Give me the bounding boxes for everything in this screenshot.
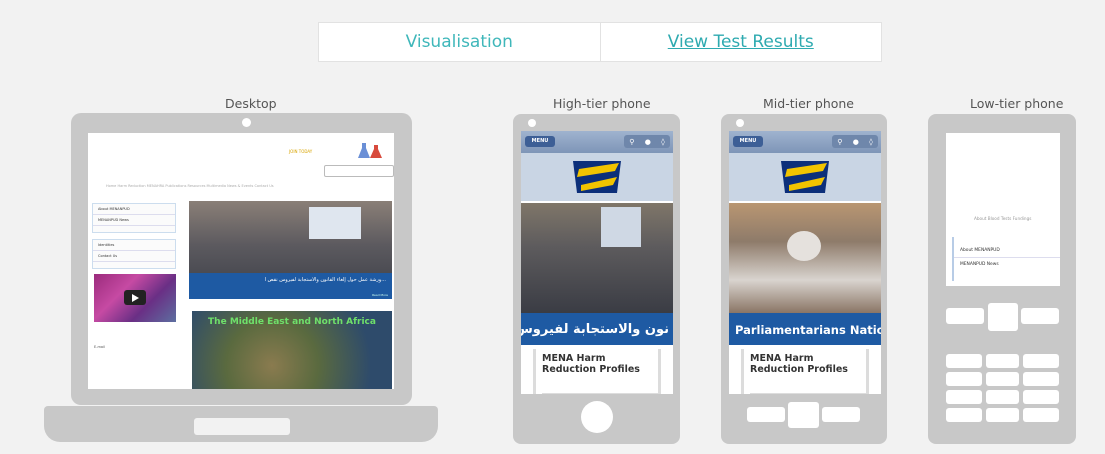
keypad-key	[1023, 354, 1059, 368]
view-tabs: Visualisation View Test Results	[318, 22, 882, 62]
mid-tier-phone-preview[interactable]: MENU ⚲ ● ◊ Parliamentarians National ( M…	[729, 131, 881, 394]
phone-camera	[736, 119, 744, 127]
header-icons: ⚲ ● ◊	[832, 135, 878, 148]
map-image: The Middle East and North Africa	[192, 311, 392, 389]
photo-detail	[787, 231, 821, 261]
keypad-key	[986, 408, 1019, 422]
desktop-side-box: About MENANPUD MENANPUD News	[92, 203, 176, 233]
soft-key-right	[1021, 308, 1059, 324]
meeting-photo	[729, 203, 881, 313]
keypad-key	[1023, 408, 1059, 422]
phone-camera	[528, 119, 536, 127]
video-thumbnail	[94, 274, 176, 322]
soft-key-left	[946, 308, 984, 324]
low-phone-item: MENANPUD News	[960, 262, 999, 267]
nav-key-center	[988, 303, 1018, 331]
hero-caption: ...ورشة عمل حول إلغاء القانون والاستجابة…	[189, 273, 392, 299]
low-phone-nav: About Blood Tests Fundings	[974, 216, 1032, 221]
meeting-photo	[521, 203, 673, 313]
headline-bar: Parliamentarians National (	[729, 313, 881, 345]
menu-button: MENU	[733, 136, 763, 147]
home-button	[581, 401, 613, 433]
card-divider	[750, 393, 866, 394]
desktop-small-text: E-mail	[94, 345, 105, 349]
header-icons: ⚲ ● ◊	[624, 135, 670, 148]
profile-card: MENA Harm Reduction Profiles	[741, 349, 869, 394]
low-tier-phone-preview[interactable]: About Blood Tests Fundings About MENANPU…	[946, 133, 1060, 286]
play-icon	[124, 290, 146, 305]
soft-key-left	[747, 407, 785, 422]
flask-logo-icon	[358, 143, 382, 158]
laptop-notch	[194, 418, 290, 435]
profile-card-title: MENA Harm Reduction Profiles	[542, 353, 640, 375]
desktop-search-input	[324, 165, 394, 177]
map-title: The Middle East and North Africa	[208, 317, 376, 327]
low-phone-menu: About MENANPUD MENANPUD News	[952, 237, 1060, 281]
high-tier-phone-label: High-tier phone	[553, 96, 651, 111]
road-logo-icon	[781, 161, 829, 193]
laptop-camera	[242, 118, 251, 127]
keypad-key	[946, 408, 982, 422]
profile-card-title: MENA Harm Reduction Profiles	[750, 353, 848, 375]
keypad-key	[986, 354, 1019, 368]
side-item: About MENANPUD	[93, 204, 175, 215]
headline-bar: نون والاستجابة لفيروس نقص ا	[521, 313, 673, 345]
location-icon: ◊	[661, 137, 665, 146]
site-logo	[729, 153, 881, 201]
menu-button: MENU	[525, 136, 555, 147]
user-icon: ●	[644, 137, 651, 146]
hero-credit: Read More	[372, 293, 388, 297]
road-logo-icon	[573, 161, 621, 193]
desktop-label: Desktop	[225, 96, 277, 111]
tab-view-test-results[interactable]: View Test Results	[599, 23, 882, 61]
join-button: JOIN TODAY	[289, 149, 313, 154]
high-tier-phone-preview[interactable]: MENU ⚲ ● ◊ نون والاستجابة لفيروس نقص ا M…	[521, 131, 673, 394]
tab-visualisation-label: Visualisation	[405, 32, 513, 52]
mobile-header: MENU ⚲ ● ◊	[521, 131, 673, 153]
keypad-key	[1023, 372, 1059, 386]
low-phone-item: About MENANPUD	[954, 237, 1060, 258]
keypad-key	[946, 390, 982, 404]
user-icon: ●	[852, 137, 859, 146]
soft-key-right	[822, 407, 860, 422]
mobile-header: MENU ⚲ ● ◊	[729, 131, 881, 153]
desktop-nav: Home Harm Reduction MENAHRA Publications…	[106, 184, 274, 188]
hero-image: ...ورشة عمل حول إلغاء القانون والاستجابة…	[189, 201, 392, 299]
tab-visualisation[interactable]: Visualisation	[319, 23, 600, 61]
side-item: Identities	[93, 240, 175, 251]
keypad-key	[1023, 390, 1059, 404]
site-logo	[521, 153, 673, 201]
desktop-preview[interactable]: JOIN TODAY Home Harm Reduction MENAHRA P…	[88, 133, 394, 389]
location-icon: ◊	[869, 137, 873, 146]
projector-board	[309, 207, 361, 239]
low-tier-phone-label: Low-tier phone	[970, 96, 1064, 111]
nav-key-center	[788, 402, 819, 428]
card-divider	[542, 393, 658, 394]
photo-detail	[601, 207, 641, 247]
mid-tier-phone-label: Mid-tier phone	[763, 96, 854, 111]
profile-card: MENA Harm Reduction Profiles	[533, 349, 661, 394]
desktop-side-box: Identities Contact Us	[92, 239, 176, 269]
view-test-results-link[interactable]: View Test Results	[668, 32, 814, 52]
side-item: Contact Us	[93, 251, 175, 262]
keypad-key	[946, 372, 982, 386]
search-icon: ⚲	[837, 137, 843, 146]
keypad-key	[946, 354, 982, 368]
keypad-key	[986, 372, 1019, 386]
side-item: MENANPUD News	[93, 215, 175, 226]
keypad-key	[986, 390, 1019, 404]
search-icon: ⚲	[629, 137, 635, 146]
